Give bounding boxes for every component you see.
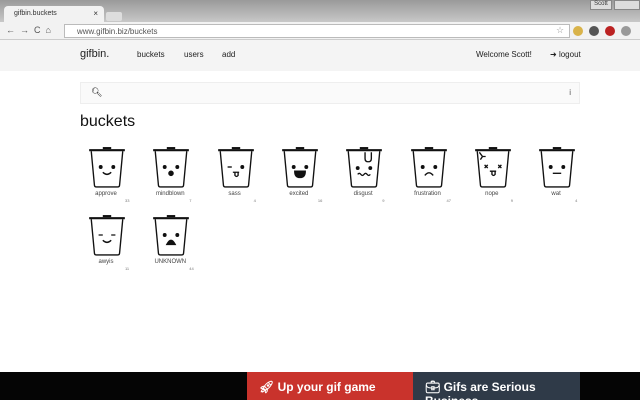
trash-bucket-icon [153, 215, 190, 256]
bucket-label: awyis [98, 259, 114, 265]
search-icon: 🔍︎ [91, 87, 103, 97]
bucket-label: frustration [414, 191, 441, 197]
bucket-mindblown[interactable]: mindblown 7 [147, 146, 211, 210]
bucket-count: 7 [189, 198, 192, 203]
trash-bucket-icon [217, 147, 254, 188]
tab-bar: gifbin.buckets × Scott [0, 0, 640, 22]
window-controls[interactable] [614, 0, 640, 10]
bucket-sass[interactable]: sass 4 [212, 146, 276, 210]
trash-bucket-icon [539, 147, 575, 188]
bucket-label: sass [228, 191, 241, 197]
bucket-excited[interactable]: excited 16 [276, 146, 340, 210]
star-icon[interactable]: ☆ [556, 25, 564, 36]
trash-bucket-icon [410, 147, 447, 188]
welcome-text: Welcome Scott! [476, 50, 532, 59]
extension-icon[interactable] [573, 26, 583, 36]
address-bar-row: ←→C⌂ www.gifbin.biz/buckets ☆ [0, 22, 640, 40]
search-bar[interactable]: 🔍︎ i [80, 82, 580, 104]
bucket-label: approve [95, 191, 117, 197]
bucket-label: mindblown [155, 191, 185, 197]
trash-bucket-icon [282, 147, 318, 188]
extension-icon[interactable] [589, 26, 599, 36]
bucket-count: 4 [253, 198, 256, 203]
rocket-icon: 🚀︎ [259, 380, 278, 394]
page-title: buckets [80, 113, 136, 130]
profile-button[interactable]: Scott [590, 0, 612, 10]
logout-label: logout [558, 50, 581, 59]
bucket-count: 44 [189, 266, 194, 271]
extension-icon[interactable] [605, 26, 615, 36]
bucket-count: 16 [317, 198, 323, 203]
bucket-awyis[interactable]: awyis 11 [83, 214, 147, 278]
logout-link[interactable]: ➜ logout [550, 50, 581, 59]
site-navbar: gifbin. buckets users add Welcome Scott!… [0, 40, 640, 71]
trash-bucket-icon [89, 147, 125, 188]
trash-bucket-icon [89, 215, 125, 256]
url-input[interactable]: www.gifbin.biz/buckets [64, 24, 570, 38]
bucket-disgust[interactable]: disgust 9 [340, 146, 404, 210]
bucket-label: excited [289, 191, 309, 197]
bucket-wat[interactable]: wat 4 [533, 146, 597, 210]
bucket-count: 47 [446, 198, 451, 203]
bucket-count: 4 [575, 198, 578, 203]
up-your-gif-game-button[interactable]: 🚀︎ Up your gif game [247, 372, 413, 400]
bucket-count: 33 [125, 198, 130, 203]
bucket-label: UNKNOWN [154, 259, 187, 265]
tab-title: gifbin.buckets [14, 10, 57, 17]
footer-bar: 🚀︎ Up your gif game 💼︎ Gifs are Serious … [0, 372, 640, 408]
close-tab-icon[interactable]: × [93, 9, 98, 18]
brand-logo[interactable]: gifbin. [80, 48, 109, 60]
info-icon[interactable]: i [569, 88, 571, 97]
browser-nav-icons[interactable]: ←→C⌂ [6, 25, 56, 35]
nav-buckets[interactable]: buckets [137, 50, 165, 59]
trash-bucket-icon [153, 147, 190, 188]
browser-tab[interactable]: gifbin.buckets × [4, 6, 104, 22]
bucket-count: 11 [125, 266, 130, 271]
trash-bucket-icon [474, 147, 511, 188]
briefcase-icon: 💼︎ [425, 380, 444, 394]
bucket-count: 9 [510, 198, 514, 203]
btn1-label: Up your gif game [277, 380, 376, 394]
bucket-label: disgust [353, 191, 373, 197]
serious-business-button[interactable]: 💼︎ Gifs are Serious Business [413, 372, 580, 408]
bucket-count: 9 [382, 198, 385, 203]
bucket-frustration[interactable]: frustration 47 [405, 146, 469, 210]
nav-users[interactable]: users [184, 50, 204, 59]
bucket-unknown[interactable]: UNKNOWN 44 [147, 214, 211, 278]
new-tab-button[interactable] [106, 12, 122, 21]
bucket-label: wat [551, 191, 561, 197]
trash-bucket-icon [346, 147, 383, 188]
bucket-nope[interactable]: nope 9 [469, 146, 533, 210]
extension-icon[interactable] [621, 26, 631, 36]
bucket-approve[interactable]: approve 33 [83, 146, 147, 210]
bucket-label: nope [485, 191, 499, 197]
nav-add[interactable]: add [222, 50, 235, 59]
